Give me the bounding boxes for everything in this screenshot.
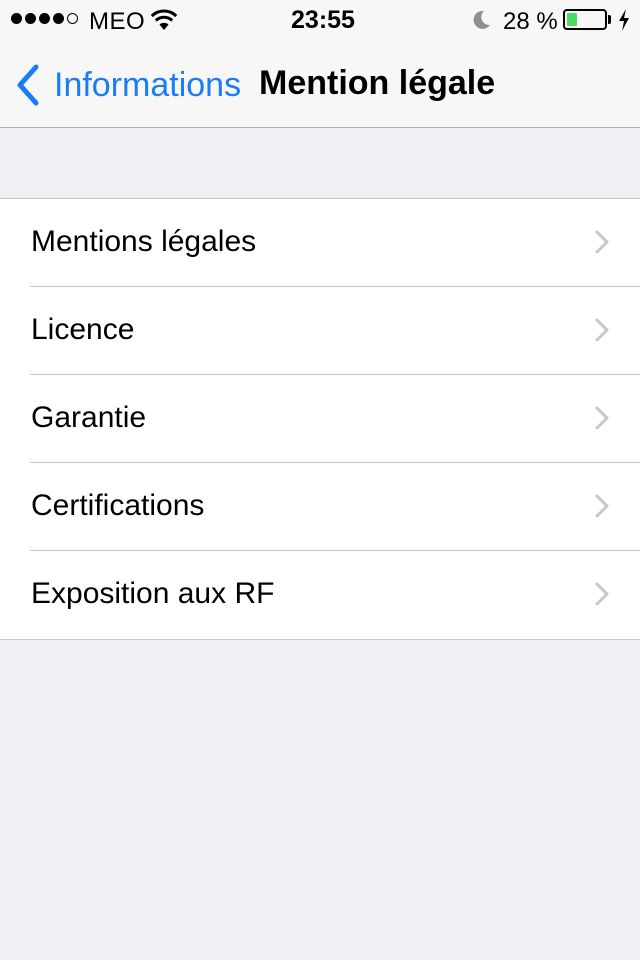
battery-cap [608,15,611,24]
back-button-label: Informations [54,65,242,104]
back-button[interactable]: Informations [14,62,241,108]
chevron-right-icon [595,230,609,254]
chevron-right-icon [595,494,609,518]
status-bar: MEO 23:55 28 % [0,0,640,40]
chevron-left-icon [17,64,39,106]
moon-icon [473,10,490,29]
list-item-label: Certifications [31,489,205,522]
list-item-exposition-rf[interactable]: Exposition aux RF [0,550,640,639]
page-title: Mention légale [259,64,496,102]
settings-list: Mentions légales Licence Garantie Certif… [0,198,640,640]
list-item-label: Exposition aux RF [31,577,275,610]
chevron-right-icon [595,582,609,606]
battery-level-fill [567,13,578,26]
charging-bolt-icon [619,9,629,31]
chevron-right-icon [595,406,609,430]
list-item-certifications[interactable]: Certifications [0,462,640,551]
list-item-label: Licence [31,313,135,346]
list-item-licence[interactable]: Licence [0,286,640,375]
navigation-bar: Informations Mention légale [0,40,640,128]
battery-icon [563,9,607,30]
battery-percentage: 28 % [503,8,558,35]
list-item-garantie[interactable]: Garantie [0,374,640,463]
header: MEO 23:55 28 % Informations Mention léga… [0,0,640,128]
list-item-mentions-legales[interactable]: Mentions légales [0,199,640,287]
list-item-label: Garantie [31,401,147,434]
chevron-right-icon [595,318,609,342]
list-item-label: Mentions légales [31,225,257,258]
